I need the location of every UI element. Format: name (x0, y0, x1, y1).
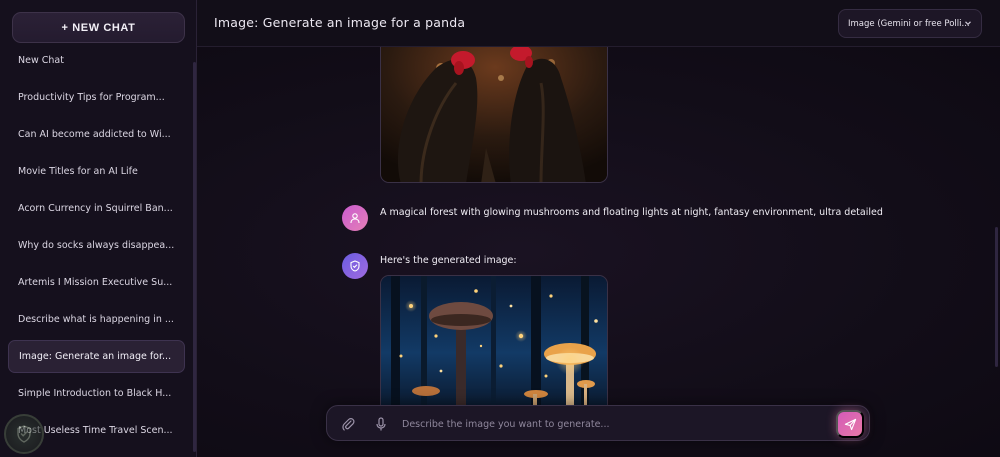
header: Image: Generate an image for a panda Ima… (197, 0, 1000, 47)
model-select[interactable]: Image (Gemini or free Polli... (838, 9, 982, 38)
generated-image-roosters[interactable] (380, 47, 608, 183)
shield-icon (350, 260, 360, 272)
chat-history-item[interactable]: Productivity Tips for Program... (8, 81, 185, 114)
sidebar: + NEW CHAT New Chat Productivity Tips fo… (0, 0, 197, 457)
user-message: A magical forest with glowing mushrooms … (380, 207, 883, 218)
user-icon (350, 213, 360, 224)
app-window: + NEW CHAT New Chat Productivity Tips fo… (0, 0, 1000, 457)
chat-history-item[interactable]: Can AI become addicted to Wi... (8, 118, 185, 151)
chat-history-item[interactable]: Movie Titles for an AI Life (8, 155, 185, 188)
chat-history-item[interactable]: Acorn Currency in Squirrel Ban... (8, 192, 185, 225)
chat-history-item-active[interactable]: Image: Generate an image for... (8, 340, 185, 373)
chat-scrollbar[interactable] (995, 227, 998, 367)
shield-badge-icon (4, 414, 44, 454)
chat-area: A magical forest with glowing mushrooms … (197, 47, 1000, 457)
chat-history-item[interactable]: Why do socks always disappea... (8, 229, 185, 262)
prompt-input[interactable] (402, 414, 822, 434)
assistant-message: Here's the generated image: (380, 255, 517, 266)
chat-history-item[interactable]: Artemis I Mission Executive Su... (8, 266, 185, 299)
paperclip-icon[interactable] (340, 416, 356, 432)
sidebar-scrollbar[interactable] (193, 62, 196, 452)
message-composer (326, 405, 870, 441)
chevron-down-icon (964, 19, 972, 29)
chat-history-item[interactable]: New Chat (8, 44, 185, 77)
chat-history-item[interactable]: Describe what is happening in ... (8, 303, 185, 336)
generated-image-forest[interactable] (380, 275, 608, 415)
page-title: Image: Generate an image for a panda (214, 15, 466, 30)
model-select-value: Image (Gemini or free Polli... (848, 18, 970, 29)
microphone-icon[interactable] (373, 416, 389, 432)
assistant-avatar (342, 253, 368, 279)
send-button[interactable] (836, 410, 864, 438)
new-chat-button[interactable]: + NEW CHAT (12, 12, 185, 43)
user-avatar (342, 205, 368, 231)
chat-history-item[interactable]: Simple Introduction to Black H... (8, 377, 185, 410)
send-icon (844, 418, 856, 430)
